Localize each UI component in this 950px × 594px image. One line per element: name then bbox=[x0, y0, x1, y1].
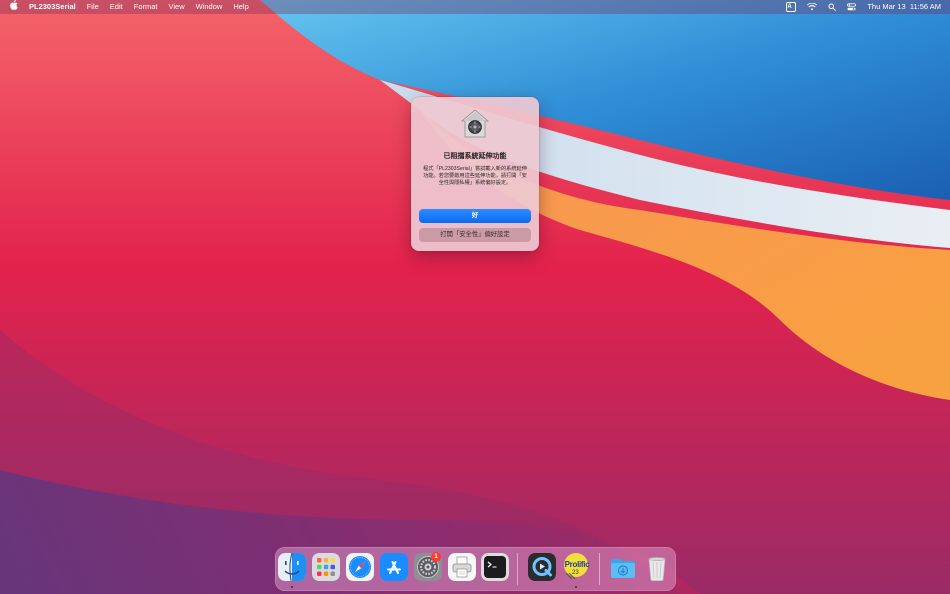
menu-view[interactable]: View bbox=[169, 0, 185, 14]
prolific-number: 23 bbox=[572, 570, 579, 576]
open-security-preferences-button[interactable]: 打開「安全性」偏好設定 bbox=[419, 228, 531, 242]
prolific-label: Prolific bbox=[564, 560, 590, 569]
running-indicator bbox=[291, 586, 293, 588]
trash-icon[interactable] bbox=[643, 553, 671, 581]
input-source-icon[interactable]: A bbox=[786, 2, 797, 12]
printer-icon[interactable] bbox=[448, 553, 476, 581]
system-extension-blocked-dialog: 已阻擋系統延伸功能 程式「PL2303Serial」嘗試載入新的系統延伸功能。若… bbox=[411, 97, 539, 251]
dialog-message: 程式「PL2303Serial」嘗試載入新的系統延伸功能。若您要啟用這些延伸功能… bbox=[423, 166, 527, 187]
running-indicator bbox=[575, 586, 577, 588]
apple-logo-icon bbox=[10, 0, 18, 10]
dock: Prolific 23 bbox=[275, 547, 676, 591]
menu-edit[interactable]: Edit bbox=[110, 0, 123, 14]
safari-icon[interactable] bbox=[346, 553, 374, 581]
ok-button[interactable]: 好 bbox=[419, 209, 531, 223]
notification-badge: 1 bbox=[431, 552, 441, 562]
prolific-icon[interactable]: Prolific 23 bbox=[562, 553, 590, 581]
app-store-icon[interactable] bbox=[380, 553, 408, 581]
menu-bar: PL2303Serial File Edit Format View Windo… bbox=[0, 0, 950, 14]
control-center-icon[interactable] bbox=[847, 3, 857, 11]
dock-separator bbox=[599, 553, 600, 585]
wifi-icon[interactable] bbox=[807, 3, 818, 11]
menu-format[interactable]: Format bbox=[134, 0, 158, 14]
menu-file[interactable]: File bbox=[87, 0, 99, 14]
search-icon[interactable] bbox=[828, 3, 837, 11]
menu-window[interactable]: Window bbox=[196, 0, 223, 14]
dialog-title: 已阻擋系統延伸功能 bbox=[443, 153, 507, 160]
desktop-wallpaper bbox=[0, 0, 950, 594]
menu-app-name[interactable]: PL2303Serial bbox=[29, 0, 76, 14]
quicktime-icon[interactable] bbox=[528, 553, 556, 581]
launchpad-icon[interactable] bbox=[312, 553, 340, 581]
apple-menu[interactable] bbox=[9, 0, 18, 15]
menu-clock[interactable]: Thu Mar 13 11:56 AM bbox=[867, 0, 941, 14]
dock-separator bbox=[517, 553, 518, 585]
menu-help[interactable]: Help bbox=[233, 0, 248, 14]
finder-icon[interactable] bbox=[278, 553, 306, 581]
security-lock-icon bbox=[460, 109, 490, 138]
downloads-folder-icon[interactable] bbox=[609, 553, 637, 581]
terminal-icon[interactable] bbox=[481, 553, 509, 581]
